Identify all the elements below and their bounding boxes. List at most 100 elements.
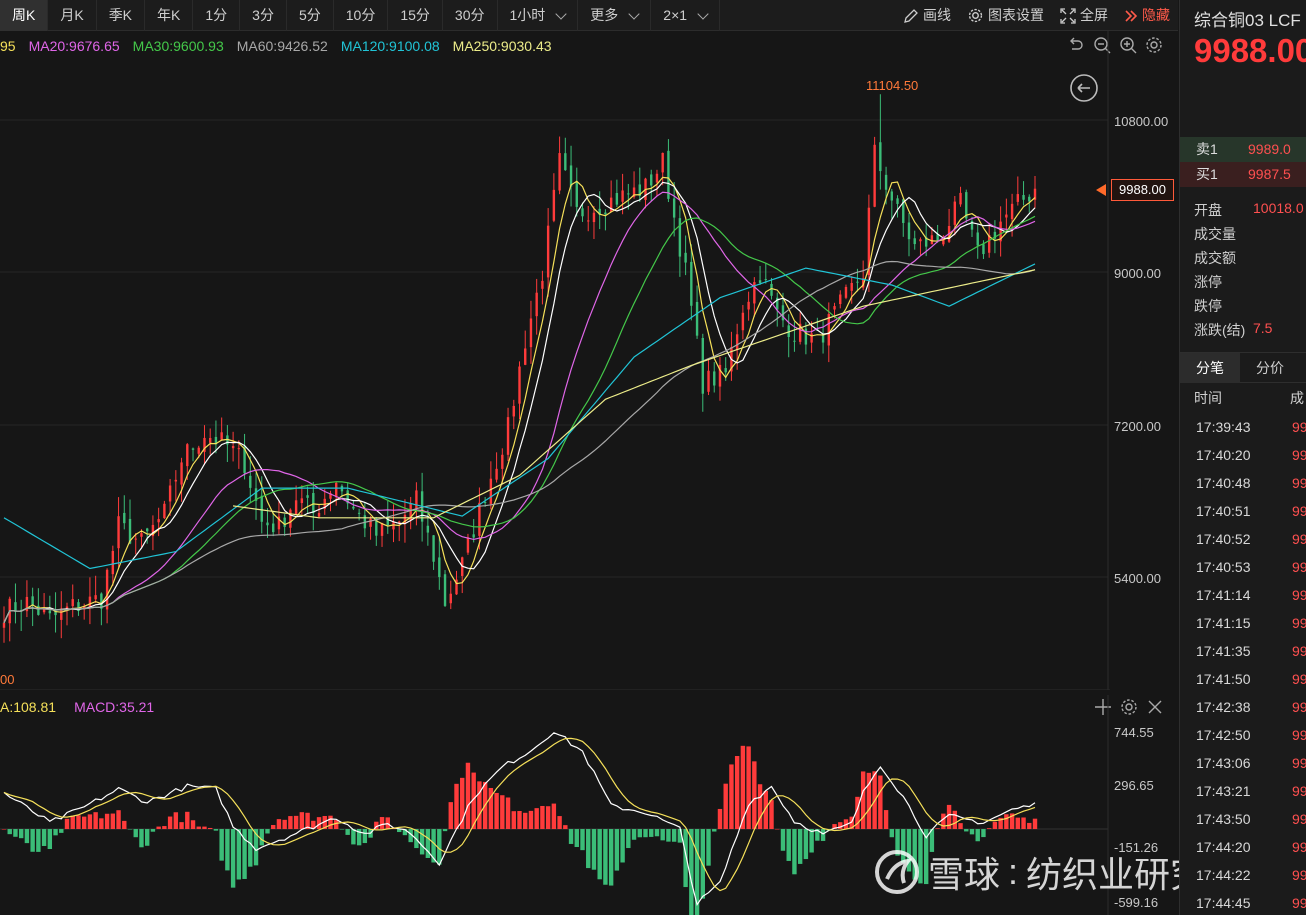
macd-bar — [706, 829, 711, 866]
macd-bar — [540, 805, 545, 830]
candle-body — [14, 602, 17, 612]
macd-bar — [190, 820, 196, 830]
candle-body — [529, 318, 533, 348]
macd-bar — [328, 815, 333, 830]
buy-1-row: 买1 9987.5 — [1180, 162, 1306, 187]
tick-row: 17:43:21 99 — [1180, 777, 1306, 805]
tab-ticks[interactable]: 分笔 — [1180, 353, 1240, 383]
candle-body — [518, 366, 521, 404]
macd-bar — [649, 829, 654, 837]
tick-row: 17:43:06 99 — [1180, 749, 1306, 777]
macd-bar — [580, 829, 585, 851]
candle-body — [283, 517, 286, 527]
candle-body — [163, 503, 166, 519]
macd-bar — [248, 829, 253, 867]
candle-body — [191, 448, 195, 450]
macd-bar — [448, 802, 453, 830]
candle-body — [793, 340, 796, 342]
tick-price: 99 — [1292, 895, 1306, 911]
macd-bar — [219, 829, 224, 861]
candle-body — [667, 150, 670, 199]
candle-body — [71, 599, 74, 607]
tick-row: 17:40:53 99 — [1180, 553, 1306, 581]
macd-bar — [671, 829, 677, 842]
snowball-logo-icon — [875, 850, 919, 894]
gear-icon[interactable] — [1119, 697, 1139, 717]
candle-body — [249, 475, 252, 488]
macd-bar — [259, 829, 264, 846]
candle-body — [524, 348, 527, 365]
macd-bar — [557, 816, 562, 830]
candle-body — [42, 609, 46, 613]
tick-time: 17:39:43 — [1196, 419, 1251, 435]
candle-body — [953, 201, 957, 225]
tick-price: 99 — [1292, 699, 1306, 715]
macd-bar — [820, 829, 826, 841]
tick-time: 17:42:50 — [1196, 727, 1251, 743]
tick-time: 17:41:35 — [1196, 643, 1251, 659]
zoom-in-icon[interactable] — [1118, 35, 1138, 55]
macd-bar — [299, 812, 305, 830]
candle-body — [592, 212, 596, 223]
candle-body — [111, 550, 115, 575]
macd-bar — [752, 761, 757, 830]
hide-panel-button[interactable]: 隐藏 — [1116, 0, 1178, 31]
macd-bar — [614, 829, 620, 871]
macd-bar — [265, 829, 270, 834]
candle-body — [306, 495, 309, 498]
gear-icon[interactable] — [1144, 35, 1164, 55]
candle-body — [317, 512, 321, 517]
macd-bar — [717, 808, 723, 830]
candle-body — [959, 192, 962, 205]
candle-body — [466, 537, 470, 553]
macd-bar — [36, 829, 41, 852]
candle-body — [2, 622, 6, 628]
candle-body — [541, 280, 544, 289]
tab-price-volume[interactable]: 分价 — [1240, 353, 1300, 383]
macd-bar — [958, 823, 963, 830]
macd-bar — [293, 815, 299, 830]
macd-bar — [889, 829, 895, 838]
tick-row: 17:40:51 99 — [1180, 497, 1306, 525]
macd-bar — [70, 815, 75, 830]
candle-body — [930, 235, 934, 245]
price-tick-label: 10800.00 — [1114, 114, 1169, 129]
close-icon[interactable] — [1145, 697, 1165, 717]
macd-bar — [797, 829, 803, 864]
macd-bar — [517, 811, 522, 830]
tick-price: 99 — [1292, 755, 1306, 771]
candle-body — [609, 197, 613, 212]
candle-body — [707, 370, 710, 392]
macd-bar — [139, 829, 144, 848]
candle-body — [495, 468, 498, 480]
macd-bar — [24, 829, 30, 844]
macd-bar — [202, 826, 207, 830]
tick-time: 17:44:22 — [1196, 867, 1251, 883]
candle-body — [483, 502, 487, 504]
tick-time: 17:44:20 — [1196, 839, 1251, 855]
last-price: 9988.00 — [1194, 32, 1306, 69]
candle-body — [209, 437, 212, 443]
sell-1-row: 卖1 9989.0 — [1180, 137, 1306, 162]
macd-bar — [13, 829, 18, 837]
candle-body — [1022, 195, 1025, 200]
quote-label: 跌停 — [1194, 298, 1222, 314]
tick-time: 17:43:21 — [1196, 783, 1251, 799]
candle-body — [294, 500, 298, 515]
macd-bar — [964, 829, 969, 832]
macd-bar — [477, 781, 482, 830]
tick-time: 17:40:52 — [1196, 531, 1251, 547]
macd-bar — [339, 829, 345, 830]
tick-row: 17:40:20 99 — [1180, 441, 1306, 469]
candle-body — [724, 368, 727, 373]
tick-time: 17:43:50 — [1196, 811, 1251, 827]
macd-bar — [30, 829, 35, 852]
candle-body — [197, 447, 200, 454]
candle-body — [1010, 203, 1014, 220]
macd-tick-label: 296.65 — [1114, 778, 1154, 793]
candle-body — [300, 498, 304, 504]
reset-view-icon[interactable] — [1068, 72, 1100, 104]
candle-body — [701, 338, 704, 394]
candle-body — [123, 512, 126, 524]
tick-row: 17:42:38 99 — [1180, 693, 1306, 721]
